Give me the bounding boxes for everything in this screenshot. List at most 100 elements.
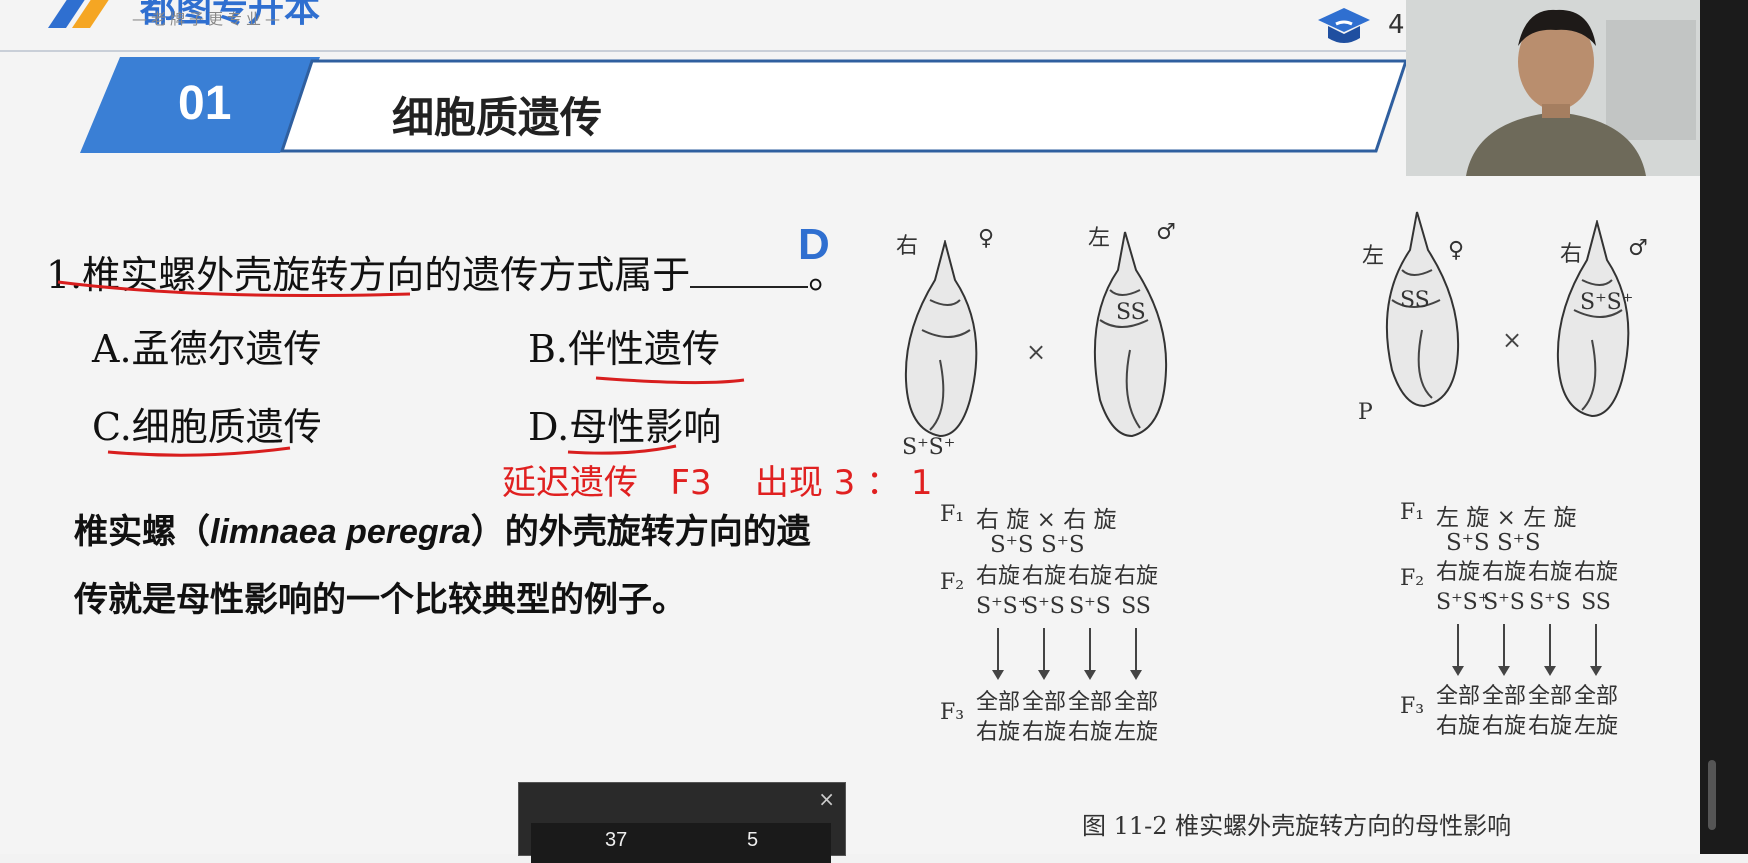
- line2: 右旋: [976, 720, 1021, 745]
- left-f3-col-3: 全部 右旋: [1068, 688, 1112, 748]
- pheno: 右旋: [976, 564, 1021, 589]
- pheno: 右旋: [1574, 560, 1619, 585]
- left-f2-col-3: 右旋 S⁺S: [1068, 562, 1112, 622]
- left-f2-col-4: 右旋 SS: [1114, 562, 1158, 622]
- right-f1-label: F₁: [1400, 500, 1425, 525]
- graduation-cap-icon: [1318, 8, 1370, 43]
- arrow-down-icon: [1038, 628, 1050, 680]
- male-symbol-icon: ♂: [1156, 220, 1176, 245]
- geno: S⁺S: [1529, 590, 1571, 615]
- left-f2-label: F₂: [940, 570, 965, 595]
- right-coiled-shell-icon: [904, 240, 978, 438]
- line2: 右旋: [1068, 720, 1113, 745]
- arrow-down-icon: [1130, 628, 1142, 680]
- close-icon[interactable]: ×: [818, 787, 835, 811]
- left-f1-genotypes: S⁺S S⁺S: [990, 532, 1085, 558]
- scrollbar-thumb[interactable]: [1708, 760, 1716, 830]
- female-symbol-icon: ♀: [978, 226, 995, 251]
- handwritten-answer: D: [798, 220, 830, 269]
- arrow-down-icon: [1498, 624, 1510, 676]
- right-f1-genotypes: S⁺S S⁺S: [1446, 530, 1541, 556]
- presenter-webcam: [1406, 0, 1704, 176]
- geno: SS: [1581, 590, 1611, 615]
- red-annotation: 延迟遗传 F3 出现 3 ： 1: [502, 463, 933, 503]
- line1: 全部: [976, 690, 1021, 715]
- pheno: 右旋: [1436, 560, 1481, 585]
- page-number: 4: [1388, 10, 1405, 40]
- left-f3-col-2: 全部 右旋: [1022, 688, 1066, 748]
- pheno: 右旋: [1482, 560, 1527, 585]
- right-f2-col-4: 右旋 SS: [1574, 558, 1618, 618]
- cross-symbol: ×: [1026, 338, 1047, 366]
- section-banner: [80, 57, 1409, 153]
- right-p-male-dir: 右: [1560, 242, 1583, 267]
- option-b: B.伴性遗传: [528, 327, 721, 371]
- right-p-female-dir: 左: [1362, 244, 1385, 269]
- line2: 左旋: [1114, 720, 1159, 745]
- line1: 全部: [1114, 690, 1159, 715]
- right-f3-label: F₃: [1400, 694, 1425, 719]
- left-p-male-genotype: SS: [1116, 300, 1146, 325]
- female-symbol-icon: ♀: [1448, 238, 1465, 263]
- presenter-silhouette-icon: [1406, 0, 1704, 176]
- geno: S⁺S⁺: [976, 594, 1030, 619]
- option-a: A.孟德尔遗传: [92, 327, 322, 371]
- left-f1-label: F₁: [940, 502, 965, 527]
- brand-logo: 都图专升本 —老牌子更专业—: [20, 0, 340, 42]
- right-f3-col-2: 全部 右旋: [1482, 682, 1526, 742]
- right-f2-col-2: 右旋 S⁺S: [1482, 558, 1526, 618]
- section-title: 细胞质遗传: [392, 93, 603, 142]
- left-coiled-shell-icon: [1093, 231, 1168, 438]
- left-f1-row: 右 旋 × 右 旋: [976, 507, 1117, 533]
- left-f3-col-1: 全部 右旋: [976, 688, 1020, 748]
- left-p-female-genotype: S⁺S⁺: [902, 435, 956, 460]
- line2: 右旋: [1528, 714, 1573, 739]
- pheno: 右旋: [1068, 564, 1113, 589]
- counter-popup[interactable]: × 37 5: [518, 782, 846, 863]
- right-p-male-genotype: S⁺S⁺: [1580, 290, 1634, 315]
- left-f3-label: F₃: [940, 700, 965, 725]
- cross-symbol: ×: [1502, 326, 1523, 354]
- geno: S⁺S: [1023, 594, 1065, 619]
- pheno: 右旋: [1114, 564, 1159, 589]
- popup-value-right: 5: [747, 829, 759, 851]
- popup-value-left: 37: [605, 829, 628, 851]
- geno: S⁺S: [1483, 590, 1525, 615]
- side-scrollbar[interactable]: [1700, 0, 1748, 854]
- explanation-latin: limnaea peregra: [210, 513, 471, 551]
- right-f2-label: F₂: [1400, 566, 1425, 591]
- right-f3-col-1: 全部 右旋: [1436, 682, 1480, 742]
- p-label: P: [1358, 400, 1373, 425]
- left-p-female-dir: 右: [896, 234, 919, 259]
- pheno: 右旋: [1022, 564, 1067, 589]
- right-f3-col-3: 全部 右旋: [1528, 682, 1572, 742]
- popup-body: [531, 823, 831, 863]
- question-stem: 1.椎实螺外壳旋转方向的遗传方式属于。: [46, 244, 846, 299]
- right-f1-row: 左 旋 × 左 旋: [1436, 505, 1577, 531]
- arrow-down-icon: [1590, 624, 1602, 676]
- arrow-down-icon: [992, 628, 1004, 680]
- line1: 全部: [1482, 684, 1527, 709]
- line2: 右旋: [1482, 714, 1527, 739]
- logo-tagline: —老牌子更专业—: [132, 10, 285, 28]
- figure-caption: 图 11-2 椎实螺外壳旋转方向的母性影响: [1082, 812, 1512, 840]
- left-p-male-dir: 左: [1088, 226, 1111, 251]
- line2: 左旋: [1574, 714, 1619, 739]
- arrow-down-icon: [1084, 628, 1096, 680]
- explanation-part1: 椎实螺（: [74, 512, 210, 552]
- line1: 全部: [1436, 684, 1481, 709]
- section-number: 01: [178, 77, 232, 130]
- right-p-female-genotype: SS: [1400, 288, 1430, 313]
- line2: 右旋: [1022, 720, 1067, 745]
- question-text: 1.椎实螺外壳旋转方向的遗传方式属于: [46, 253, 691, 297]
- line1: 全部: [1022, 690, 1067, 715]
- geno: SS: [1121, 594, 1151, 619]
- line1: 全部: [1528, 684, 1573, 709]
- male-symbol-icon: ♂: [1628, 236, 1648, 261]
- right-f3-col-4: 全部 左旋: [1574, 682, 1618, 742]
- geno: S⁺S⁺: [1436, 590, 1490, 615]
- snail-inheritance-diagram: S⁺S⁺ 右 ♀ × SS 左 ♂ F₁ 右 旋 × 右 旋 S⁺S S⁺S F…: [880, 210, 1680, 745]
- answer-blank: [690, 256, 809, 288]
- right-f2-col-3: 右旋 S⁺S: [1528, 558, 1572, 618]
- arrow-down-icon: [1544, 624, 1556, 676]
